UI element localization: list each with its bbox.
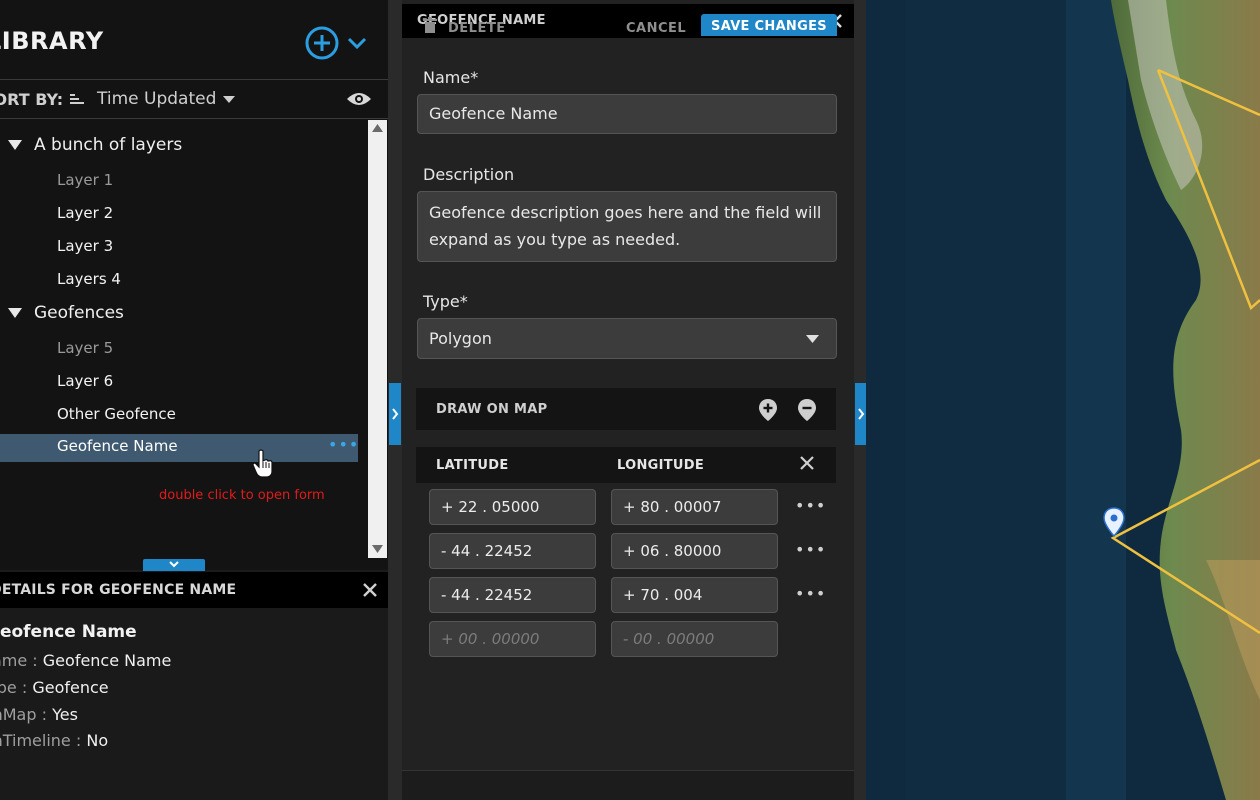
- detail-key: Name :: [0, 651, 38, 670]
- tree-group-label: Geofences: [34, 303, 124, 323]
- tree-item-label: Geofence Name: [57, 437, 178, 455]
- latitude-header: LATITUDE: [436, 458, 509, 473]
- longitude-input[interactable]: + 06 . 80000: [611, 533, 778, 569]
- library-title: LIBRARY: [0, 27, 104, 55]
- longitude-input-empty[interactable]: - 00 . 00000: [611, 621, 778, 657]
- cancel-button[interactable]: CANCEL: [626, 21, 686, 36]
- type-select[interactable]: Polygon: [417, 318, 837, 359]
- detail-value: Geofence: [32, 678, 109, 697]
- pin-remove-icon[interactable]: [797, 398, 817, 422]
- name-input[interactable]: Geofence Name: [417, 94, 837, 134]
- detail-row: Type : Geofence: [0, 678, 109, 697]
- trash-icon[interactable]: [422, 17, 438, 33]
- triangle-down-icon[interactable]: [8, 308, 22, 318]
- name-label: Name*: [423, 68, 479, 87]
- chevron-right-icon[interactable]: [391, 408, 399, 420]
- caret-down-icon[interactable]: [806, 335, 819, 343]
- more-options-icon[interactable]: •••: [795, 584, 826, 603]
- save-changes-button[interactable]: SAVE CHANGES: [701, 14, 837, 36]
- longitude-input[interactable]: + 80 . 00007: [611, 489, 778, 525]
- scrollbar[interactable]: [368, 120, 387, 558]
- tree-item-selected[interactable]: Geofence Name •••: [0, 434, 358, 462]
- chevron-right-icon[interactable]: [857, 408, 865, 420]
- add-circle-icon[interactable]: [305, 26, 339, 60]
- longitude-header: LONGITUDE: [617, 458, 705, 473]
- triangle-down-icon[interactable]: [8, 140, 22, 150]
- close-icon[interactable]: [362, 582, 378, 598]
- latitude-input[interactable]: - 44 . 22452: [429, 533, 596, 569]
- pin-add-icon[interactable]: [758, 398, 778, 422]
- satellite-map[interactable]: [866, 0, 1260, 800]
- tree-group-geofences[interactable]: Geofences: [8, 300, 124, 326]
- tree-group-label: A bunch of layers: [34, 135, 183, 155]
- detail-key: Type :: [0, 678, 28, 697]
- tree-item[interactable]: Layer 2: [57, 202, 113, 224]
- caret-down-icon[interactable]: [223, 96, 235, 103]
- detail-value: Yes: [52, 705, 78, 724]
- detail-row: OnMap : Yes: [0, 705, 78, 724]
- eye-icon[interactable]: [346, 91, 372, 107]
- delete-button[interactable]: DELETE: [448, 21, 506, 36]
- sort-lines-icon: [70, 94, 84, 104]
- details-header: DETAILS FOR GEOFENCE NAME: [0, 572, 388, 608]
- latitude-input-empty[interactable]: + 00 . 00000: [429, 621, 596, 657]
- tree-item[interactable]: Layer 3: [57, 235, 113, 257]
- chevron-down-icon[interactable]: [168, 560, 180, 569]
- close-icon[interactable]: [800, 456, 814, 470]
- tree-item[interactable]: Layer 5: [57, 337, 113, 359]
- draw-on-map-bar: DRAW ON MAP: [416, 388, 836, 430]
- more-options-icon[interactable]: •••: [795, 540, 826, 559]
- details-name: Geofence Name: [0, 622, 137, 642]
- description-textarea[interactable]: Geofence description goes here and the f…: [417, 191, 837, 262]
- geofence-form: GEOFENCE NAME Name* Geofence Name Descri…: [402, 0, 854, 800]
- more-options-icon[interactable]: •••: [328, 435, 359, 454]
- detail-key: OnTimeline :: [0, 731, 82, 750]
- sort-label: SORT BY:: [0, 90, 64, 109]
- more-options-icon[interactable]: •••: [795, 496, 826, 515]
- hint-annotation: double click to open form: [159, 488, 325, 503]
- scroll-down-icon[interactable]: [372, 545, 383, 553]
- description-label: Description: [423, 165, 515, 184]
- form-footer: [402, 770, 854, 800]
- latitude-input[interactable]: + 22 . 05000: [429, 489, 596, 525]
- tree-item[interactable]: Layer 1: [57, 169, 113, 191]
- tree-item[interactable]: Layer 6: [57, 370, 113, 392]
- detail-value: No: [86, 731, 109, 750]
- hand-cursor-icon: [252, 449, 273, 478]
- details-title: DETAILS FOR GEOFENCE NAME: [0, 582, 237, 598]
- type-label: Type*: [423, 292, 468, 311]
- detail-row: Name : Geofence Name: [0, 651, 171, 670]
- draw-on-map-label: DRAW ON MAP: [436, 402, 548, 417]
- detail-value: Geofence Name: [42, 651, 172, 670]
- detail-row: OnTimeline : No: [0, 731, 108, 750]
- tree-item[interactable]: Other Geofence: [57, 403, 176, 425]
- coordinates-header: LATITUDE LONGITUDE: [416, 447, 836, 483]
- sort-dropdown[interactable]: Time Updated: [97, 89, 216, 109]
- expand-tab[interactable]: [855, 383, 866, 445]
- tree-group-layers[interactable]: A bunch of layers: [8, 132, 182, 158]
- tree-item[interactable]: Layers 4: [57, 268, 121, 290]
- map-view[interactable]: [866, 0, 1260, 800]
- latitude-input[interactable]: - 44 . 22452: [429, 577, 596, 613]
- library-panel: LIBRARY SORT BY: Time Updated A bunch of…: [0, 0, 388, 571]
- scroll-up-icon[interactable]: [372, 124, 383, 132]
- longitude-input[interactable]: + 70 . 004: [611, 577, 778, 613]
- expand-tab[interactable]: [389, 383, 401, 445]
- detail-key: OnMap :: [0, 705, 47, 724]
- chevron-down-icon[interactable]: [346, 36, 368, 50]
